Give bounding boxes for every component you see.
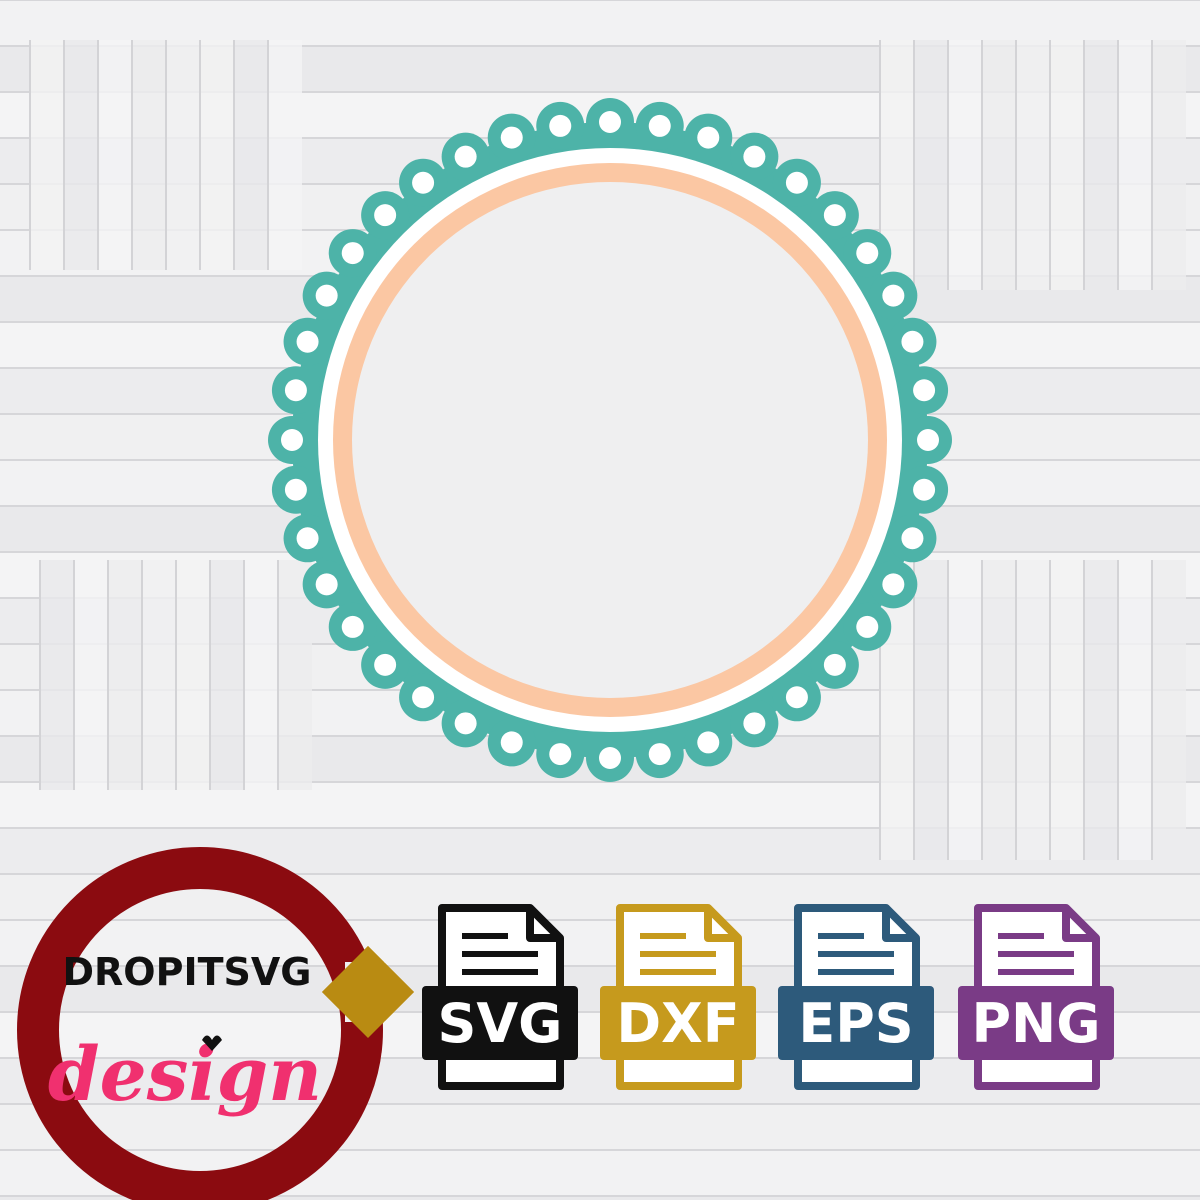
scallop-hole [648, 743, 671, 766]
format-label: PNG [971, 992, 1100, 1055]
artwork-canvas: DROPITSVG design SVG DXF EPS PNG [0, 0, 1200, 1200]
scallop-hole [785, 171, 808, 194]
scallop-hole [901, 527, 924, 550]
brand-script-word: design [48, 1032, 322, 1118]
scallop-hole [341, 615, 364, 638]
product-preview: DROPITSVG design SVG DXF EPS PNG [0, 0, 1200, 1200]
scallop-hole [341, 242, 364, 265]
scallop-hole [785, 686, 808, 709]
scallop-hole [374, 204, 397, 227]
scallop-hole [412, 171, 435, 194]
scallop-hole [901, 330, 924, 353]
scallop-hole [856, 615, 879, 638]
scallop-hole [697, 126, 720, 149]
format-label: SVG [437, 992, 562, 1055]
scallop-hole [374, 653, 397, 676]
scallop-hole [454, 712, 477, 735]
format-badge-eps: EPS [778, 904, 934, 1090]
scallop-hole [500, 126, 523, 149]
scallop-hole [281, 429, 303, 451]
scallop-hole [743, 145, 766, 168]
brand-name: DROPITSVG [63, 950, 312, 994]
scallop-hole [599, 111, 621, 133]
scallop-hole [882, 284, 905, 307]
scallop-hole [697, 731, 720, 754]
scallop-hole [296, 330, 319, 353]
scallop-hole [284, 379, 307, 402]
scallop-hole [296, 527, 319, 550]
scallop-hole [454, 145, 477, 168]
scallop-hole [412, 686, 435, 709]
scallop-hole [648, 114, 671, 137]
scallop-hole [549, 743, 572, 766]
format-label: EPS [798, 992, 913, 1055]
format-badge-svg: SVG [422, 904, 578, 1090]
scallop-hole [856, 242, 879, 265]
scallop-hole [500, 731, 523, 754]
scallop-hole [315, 573, 338, 596]
scalloped-circle-frame [268, 98, 952, 782]
format-badge-png: PNG [958, 904, 1114, 1090]
scallop-hole [284, 478, 307, 501]
scallop-hole [743, 712, 766, 735]
scallop-hole [913, 478, 936, 501]
scallop-hole [823, 204, 846, 227]
inner-circle-center [352, 182, 868, 698]
scallop-hole [599, 747, 621, 769]
scallop-hole [882, 573, 905, 596]
scallop-hole [823, 653, 846, 676]
scallop-hole [913, 379, 936, 402]
format-badge-dxf: DXF [600, 904, 756, 1090]
scallop-hole [917, 429, 939, 451]
scallop-hole [549, 114, 572, 137]
format-label: DXF [616, 992, 739, 1055]
scallop-hole [315, 284, 338, 307]
